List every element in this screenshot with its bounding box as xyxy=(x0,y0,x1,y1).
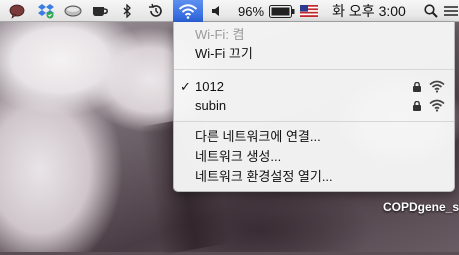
lock-icon xyxy=(413,101,421,111)
flag-icon[interactable] xyxy=(298,0,320,22)
menu-separator xyxy=(174,121,454,122)
create-network-item[interactable]: 네트워크 생성... xyxy=(195,149,281,165)
menu-separator xyxy=(174,69,454,70)
time-machine-icon[interactable] xyxy=(146,0,166,22)
checkmark-icon: ✓ xyxy=(180,79,191,94)
wifi-status: Wi-Fi: 켬 xyxy=(195,27,245,42)
speech-bubble-icon[interactable] xyxy=(7,0,27,22)
menu-clock[interactable]: 화 오후 3:00 xyxy=(329,0,409,22)
coffee-cup-icon[interactable] xyxy=(89,0,111,22)
wifi-icon xyxy=(173,0,203,22)
network-name: 1012 xyxy=(195,79,224,94)
desktop-file-label[interactable]: COPDgene_s xyxy=(383,200,459,214)
menu-bar: 96% 화 오후 3:00 xyxy=(0,0,459,22)
spotlight-icon[interactable] xyxy=(422,0,440,22)
lock-icon xyxy=(413,82,421,92)
bluetooth-icon[interactable] xyxy=(119,0,135,22)
open-network-preferences-item[interactable]: 네트워크 환경설정 열기... xyxy=(195,169,333,185)
wifi-toggle-item[interactable]: Wi-Fi 끄기 xyxy=(195,46,253,62)
list-icon[interactable] xyxy=(443,0,459,22)
wifi-signal-icon xyxy=(429,99,445,112)
join-other-network-item[interactable]: 다른 네트워크에 연결... xyxy=(195,129,321,145)
dropbox-icon[interactable] xyxy=(35,0,57,22)
wifi-dropdown-menu: Wi-Fi: 켬 Wi-Fi 끄기 ✓ 1012 subin 다른 네트워크에 … xyxy=(173,22,455,192)
cloud-app-icon[interactable] xyxy=(62,0,84,22)
wifi-signal-icon xyxy=(429,80,445,93)
battery-percent: 96% xyxy=(237,3,265,19)
volume-icon[interactable] xyxy=(209,0,223,22)
battery-icon[interactable] xyxy=(267,0,297,22)
wifi-menu-button[interactable] xyxy=(173,0,203,22)
network-name: subin xyxy=(195,98,227,113)
